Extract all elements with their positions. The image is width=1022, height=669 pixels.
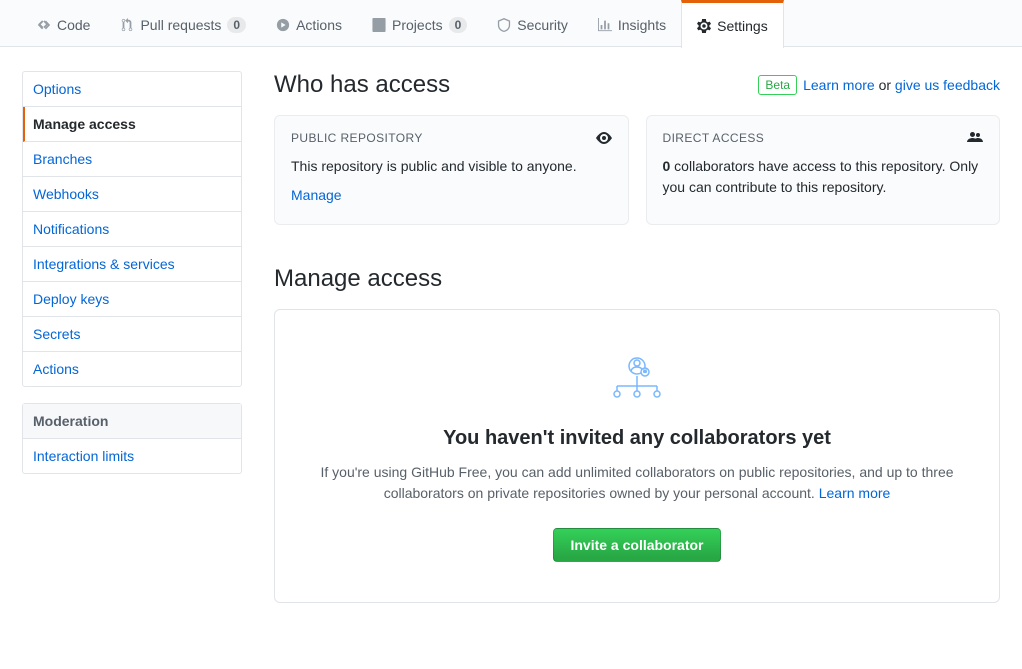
sidebar-item-branches[interactable]: Branches [23, 142, 241, 177]
settings-menu: Options Manage access Branches Webhooks … [22, 71, 242, 387]
tab-code-label: Code [57, 17, 90, 33]
direct-access-description: collaborators have access to this reposi… [663, 158, 979, 195]
moderation-heading: Moderation [23, 404, 241, 439]
who-has-access-heading: Who has access [274, 71, 450, 99]
access-cards: PUBLIC REPOSITORY This repository is pub… [274, 115, 1000, 225]
people-icon [967, 130, 983, 146]
invite-collaborator-button[interactable]: Invite a collaborator [553, 528, 720, 562]
public-repo-card: PUBLIC REPOSITORY This repository is pub… [274, 115, 629, 225]
manage-access-heading: Manage access [274, 265, 1000, 293]
public-repo-label: PUBLIC REPOSITORY [291, 131, 423, 145]
direct-access-text: 0 collaborators have access to this repo… [663, 156, 984, 198]
blankslate-box: You haven't invited any collaborators ye… [274, 309, 1000, 603]
tab-projects-label: Projects [392, 17, 443, 33]
sidebar-item-manage-access[interactable]: Manage access [23, 107, 241, 142]
feedback-link[interactable]: give us feedback [895, 77, 1000, 93]
beta-links: Learn more or give us feedback [803, 77, 1000, 93]
manage-visibility-link[interactable]: Manage [291, 187, 342, 203]
git-pull-request-icon [120, 18, 134, 32]
tab-insights[interactable]: Insights [583, 0, 681, 47]
tab-actions-label: Actions [296, 17, 342, 33]
direct-access-label: DIRECT ACCESS [663, 131, 765, 145]
public-repo-text: This repository is public and visible to… [291, 156, 612, 177]
access-section-header: Who has access Beta Learn more or give u… [274, 71, 1000, 99]
collaborators-graphic-icon [609, 350, 665, 400]
code-icon [37, 18, 51, 32]
main-content: Who has access Beta Learn more or give u… [274, 71, 1000, 603]
tab-code[interactable]: Code [22, 0, 105, 47]
blankslate-learn-more-link[interactable]: Learn more [819, 485, 891, 501]
eye-icon [596, 130, 612, 146]
main-container: Options Manage access Branches Webhooks … [0, 47, 1022, 627]
or-text: or [875, 77, 895, 93]
sidebar-item-actions[interactable]: Actions [23, 352, 241, 386]
sidebar-item-webhooks[interactable]: Webhooks [23, 177, 241, 212]
gear-icon [697, 19, 711, 33]
sidebar-item-interaction-limits[interactable]: Interaction limits [23, 439, 241, 473]
play-icon [276, 18, 290, 32]
blankslate-title: You haven't invited any collaborators ye… [315, 427, 959, 450]
projects-count-badge: 0 [449, 17, 468, 33]
graph-icon [598, 18, 612, 32]
blankslate-text: If you're using GitHub Free, you can add… [315, 462, 959, 504]
sidebar-item-options[interactable]: Options [23, 72, 241, 107]
tab-settings-label: Settings [717, 18, 768, 34]
tab-pr-label: Pull requests [140, 17, 221, 33]
settings-sidebar: Options Manage access Branches Webhooks … [22, 71, 242, 490]
sidebar-item-notifications[interactable]: Notifications [23, 212, 241, 247]
moderation-menu: Moderation Interaction limits [22, 403, 242, 474]
direct-access-card: DIRECT ACCESS 0 collaborators have acces… [646, 115, 1001, 225]
tab-insights-label: Insights [618, 17, 666, 33]
tab-security-label: Security [517, 17, 568, 33]
learn-more-link[interactable]: Learn more [803, 77, 875, 93]
tab-pull-requests[interactable]: Pull requests 0 [105, 0, 261, 47]
tab-projects[interactable]: Projects 0 [357, 0, 482, 47]
project-icon [372, 18, 386, 32]
sidebar-item-integrations[interactable]: Integrations & services [23, 247, 241, 282]
repo-tabs: Code Pull requests 0 Actions Projects 0 … [0, 0, 1022, 47]
shield-icon [497, 18, 511, 32]
pr-count-badge: 0 [227, 17, 246, 33]
sidebar-item-deploy-keys[interactable]: Deploy keys [23, 282, 241, 317]
tab-actions[interactable]: Actions [261, 0, 357, 47]
beta-row: Beta Learn more or give us feedback [758, 75, 1000, 95]
tab-settings[interactable]: Settings [681, 0, 784, 48]
tab-security[interactable]: Security [482, 0, 583, 47]
beta-badge: Beta [758, 75, 797, 95]
sidebar-item-secrets[interactable]: Secrets [23, 317, 241, 352]
